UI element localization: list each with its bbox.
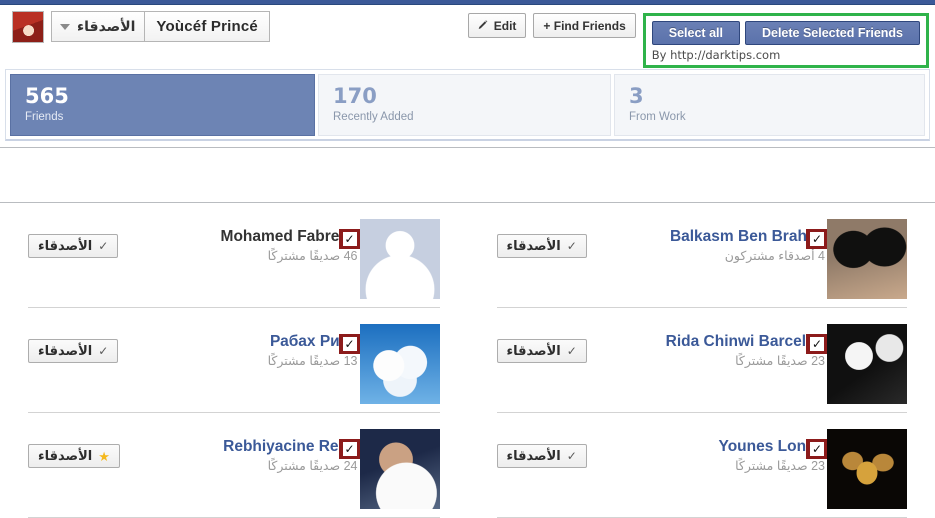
checkmark-icon: ✓ [342, 442, 357, 456]
edit-label: Edit [493, 18, 517, 33]
empty-content-panel [0, 147, 935, 203]
list-item[interactable]: ✓ الأصدقاء Рабах Рибх 13 صديقًا مشتركًا … [28, 308, 440, 413]
friend-photo[interactable] [827, 429, 907, 509]
friend-select-checkbox[interactable]: ✓ [338, 439, 361, 459]
list-item[interactable]: ✓ الأصدقاء Mohamed Fabrega 46 صديقًا مشت… [28, 203, 440, 308]
friend-mutual-count: 24 صديقًا مشتركًا [267, 459, 358, 473]
photo-bw-icon [827, 324, 907, 404]
photo-cloud-icon [359, 324, 440, 404]
find-friends-label: + Find Friends [543, 18, 626, 33]
friends-column-left: ✓ الأصدقاء Mohamed Fabrega 46 صديقًا مشت… [0, 203, 468, 518]
friends-grid: ✓ الأصدقاء Mohamed Fabrega 46 صديقًا مشت… [0, 203, 935, 518]
friend-name[interactable]: Rebhiyacine Rebh [88, 437, 357, 457]
tool-buttons-row: Select all Delete Selected Friends [651, 21, 920, 45]
list-item[interactable]: ✓ الأصدقاء Younes Londo 23 صديقًا مشتركً… [496, 413, 907, 518]
chevron-down-icon [60, 23, 70, 30]
friend-mutual-count: 4 أصدقاء مشتركون [724, 249, 825, 263]
stat-tile-friends[interactable]: 565 Friends [10, 74, 315, 136]
stat-tile-recently-added[interactable]: 170 Recently Added [318, 74, 611, 136]
stat-label: Friends [25, 111, 64, 124]
delete-selected-label: Delete Selected Friends [761, 26, 903, 40]
friend-photo[interactable] [827, 219, 907, 299]
friend-select-checkbox[interactable]: ✓ [806, 439, 828, 459]
checkmark-icon: ✓ [810, 337, 824, 351]
stat-number: 565 [25, 84, 69, 108]
friend-meta: Balkasm Ben Brahim 4 أصدقاء مشتركون [555, 227, 825, 264]
friend-name[interactable]: Younes Londo [555, 437, 825, 457]
profile-name-button[interactable]: Yoùcéf Princé [144, 11, 270, 42]
checkmark-icon: ✓ [810, 232, 824, 246]
identity-group: الأصدقاء Yoùcéf Princé [12, 11, 270, 43]
friend-photo[interactable] [359, 324, 440, 404]
header-actions: Edit + Find Friends Select all Delete Se… [467, 13, 935, 68]
friends-column-right: ✓ الأصدقاء Balkasm Ben Brahim 4 أصدقاء م… [467, 203, 935, 518]
darktips-tool-panel: Select all Delete Selected Friends By ht… [642, 13, 929, 68]
friend-status-label: الأصدقاء [506, 238, 561, 253]
checkmark-icon: ✓ [342, 232, 357, 246]
stat-tile-from-work[interactable]: 3 From Work [614, 74, 925, 136]
stat-number: 3 [629, 84, 644, 108]
friend-select-checkbox[interactable]: ✓ [338, 229, 361, 249]
friend-photo[interactable] [359, 219, 440, 299]
photo-portrait-icon [359, 429, 440, 509]
photo-silhouette-icon [359, 219, 440, 299]
friend-status-label: الأصدقاء [38, 238, 93, 253]
friend-status-label: الأصدقاء [38, 343, 93, 358]
photo-sunglasses-icon [827, 219, 907, 299]
list-item[interactable]: ✓ الأصدقاء Balkasm Ben Brahim 4 أصدقاء م… [496, 203, 907, 308]
page-header: الأصدقاء Yoùcéf Princé Edit + Find Frien… [0, 5, 935, 68]
edit-button[interactable]: Edit [467, 13, 527, 38]
friend-select-checkbox[interactable]: ✓ [806, 229, 828, 249]
select-all-button[interactable]: Select all [651, 21, 740, 45]
stat-label: From Work [629, 111, 686, 124]
friend-photo[interactable] [359, 429, 440, 509]
stats-bar: 565 Friends 170 Recently Added 3 From Wo… [5, 69, 930, 141]
friend-mutual-count: 13 صديقًا مشتركًا [267, 354, 358, 368]
friend-select-checkbox[interactable]: ✓ [338, 334, 361, 354]
friend-meta: Rida Chinwi Barcelon 23 صديقًا مشتركًا [555, 332, 825, 369]
friend-meta: Rebhiyacine Rebh 24 صديقًا مشتركًا [88, 437, 358, 474]
friend-mutual-count: 23 صديقًا مشتركًا [735, 354, 825, 368]
friends-dropdown-label: الأصدقاء [77, 18, 136, 34]
stat-label: Recently Added [333, 111, 414, 124]
friend-status-label: الأصدقاء [506, 343, 561, 358]
stat-number: 170 [333, 84, 377, 108]
find-friends-button[interactable]: + Find Friends [533, 13, 636, 38]
checkmark-icon: ✓ [810, 442, 824, 456]
friend-meta: Younes Londo 23 صديقًا مشتركًا [555, 437, 825, 474]
pencil-icon [478, 20, 488, 29]
friends-page: الأصدقاء Yoùcéf Princé Edit + Find Frien… [0, 0, 935, 518]
friends-dropdown[interactable]: الأصدقاء [51, 11, 145, 42]
credit-text: By http://darktips.com [651, 48, 781, 62]
friend-mutual-count: 23 صديقًا مشتركًا [735, 459, 825, 473]
friend-name[interactable]: Mohamed Fabrega [88, 227, 358, 247]
friend-name[interactable]: Rida Chinwi Barcelon [555, 332, 825, 352]
friend-status-label: الأصدقاء [38, 448, 93, 463]
select-all-label: Select all [668, 26, 723, 40]
list-item[interactable]: ✓ الأصدقاء Rida Chinwi Barcelon 23 صديقً… [496, 308, 907, 413]
delete-selected-friends-button[interactable]: Delete Selected Friends [744, 21, 920, 45]
list-item[interactable]: ★ الأصدقاء Rebhiyacine Rebh 24 صديقًا مش… [28, 413, 440, 518]
photo-calligraphy-icon [827, 429, 907, 509]
friend-mutual-count: 46 صديقًا مشتركًا [267, 249, 358, 263]
friend-name[interactable]: Balkasm Ben Brahim [555, 227, 825, 247]
friend-select-checkbox[interactable]: ✓ [806, 334, 828, 354]
friend-meta: Mohamed Fabrega 46 صديقًا مشتركًا [88, 227, 358, 264]
checkmark-icon: ✓ [342, 337, 357, 351]
friend-name[interactable]: Рабах Рибх [88, 332, 358, 352]
friend-meta: Рабах Рибх 13 صديقًا مشتركًا [88, 332, 358, 369]
friend-status-label: الأصدقاء [506, 448, 561, 463]
friend-photo[interactable] [827, 324, 907, 404]
profile-name-label: Yoùcéf Princé [156, 18, 258, 35]
avatar [12, 11, 44, 43]
